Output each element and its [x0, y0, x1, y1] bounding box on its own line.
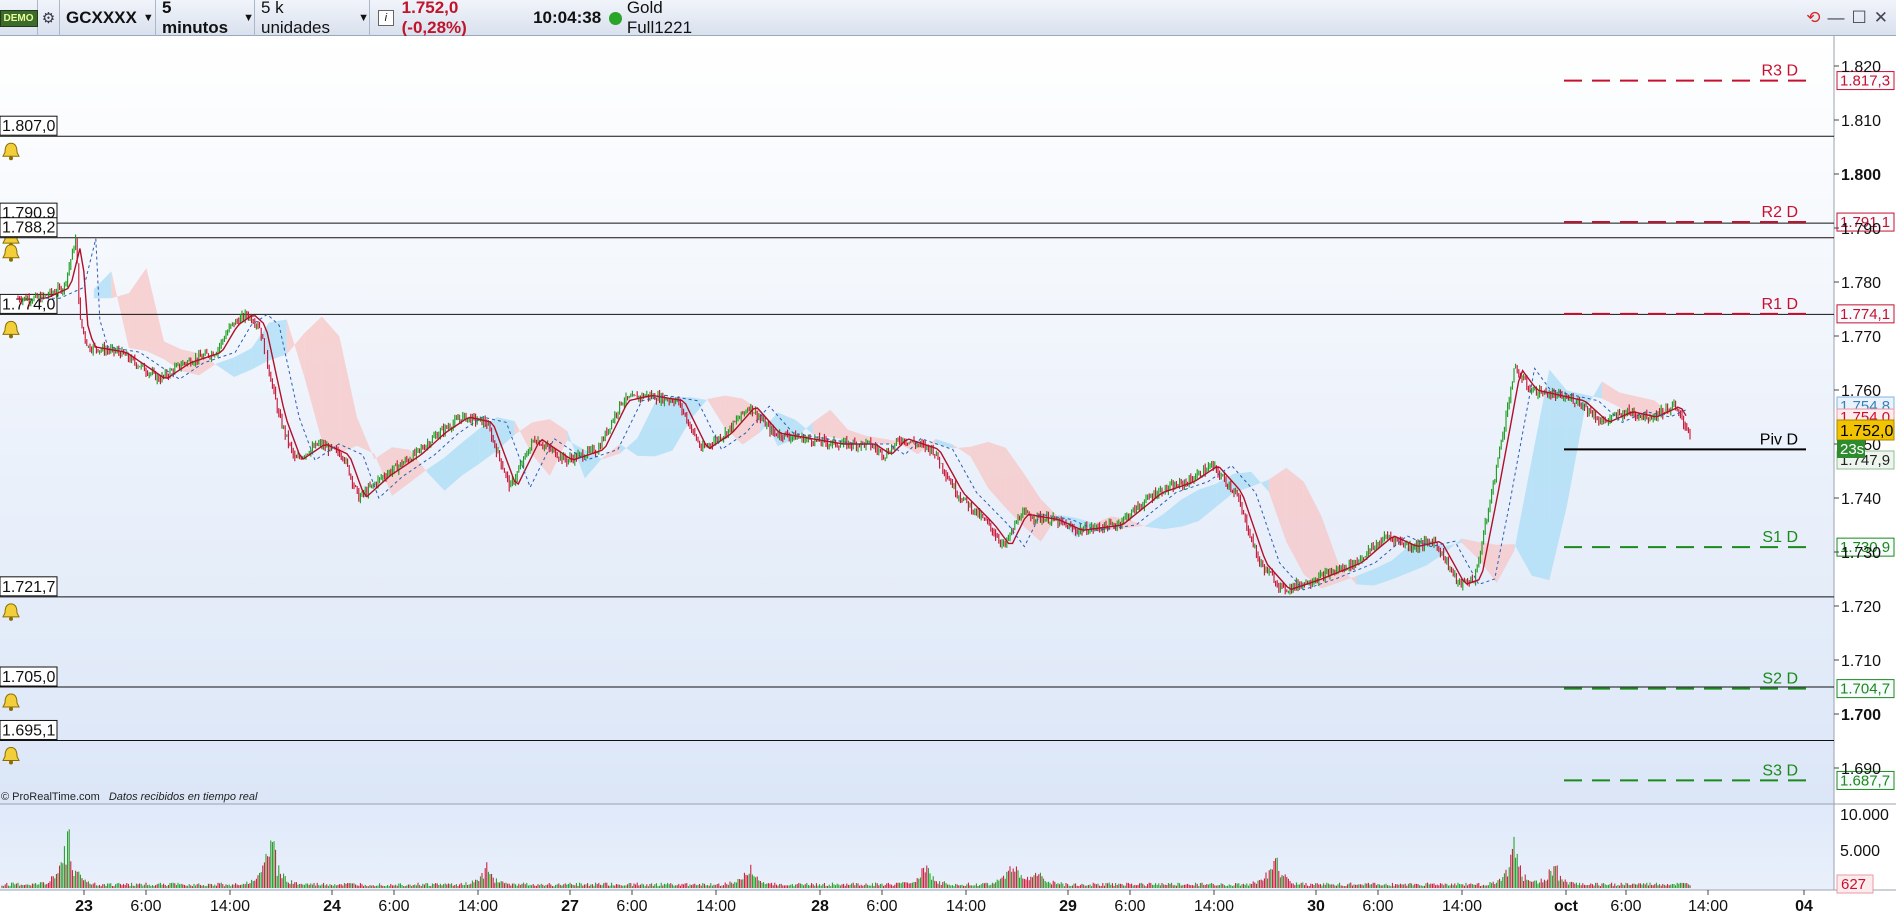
timeframe-selector[interactable]: 5 minutos ▼	[156, 0, 255, 37]
countdown-tag: 23s	[1840, 441, 1864, 458]
price-label: 1.820	[1841, 59, 1881, 76]
time-label: 14:00	[1688, 898, 1728, 915]
time-label: 28	[811, 898, 829, 915]
time-label: 14:00	[946, 898, 986, 915]
alert-label: 1.788,2	[2, 220, 55, 237]
pivot-label: R1 D	[1762, 296, 1798, 313]
symbol-selector[interactable]: GCXXXX ▼	[60, 0, 156, 36]
time-label: 29	[1059, 898, 1077, 915]
minimize-icon[interactable]: —	[1828, 8, 1845, 28]
price-label: 1.720	[1841, 599, 1881, 616]
market-open-dot-icon	[609, 11, 622, 25]
time-label: 6:00	[616, 898, 647, 915]
instrument-name: Gold Full1221	[626, 0, 693, 37]
alert-label: 1.705,0	[2, 669, 55, 686]
pivot-tag: 1.774,1	[1840, 306, 1890, 323]
chevron-down-icon: ▼	[243, 12, 254, 24]
time-label: 6:00	[378, 898, 409, 915]
time-label: 6:00	[1114, 898, 1145, 915]
bell-icon-clapper	[9, 156, 13, 161]
pivot-label: S1 D	[1762, 529, 1798, 546]
price-label: 1.810	[1841, 113, 1881, 130]
pivot-label: R3 D	[1762, 63, 1798, 80]
volume-label-5000: 5.000	[1840, 843, 1880, 860]
time-label: 14:00	[210, 898, 250, 915]
bell-icon-clapper	[9, 334, 13, 339]
symbol-label: GCXXXX	[66, 8, 137, 27]
price-label: 1.730	[1841, 545, 1881, 562]
price-chart[interactable]: 1.807,01.790,91.788,21.774,01.721,71.705…	[0, 36, 1896, 919]
time-label: 6:00	[130, 898, 161, 915]
refresh-icon[interactable]: ⟲	[1806, 8, 1820, 28]
bell-icon-clapper	[9, 257, 13, 262]
time-label: 6:00	[1610, 898, 1641, 915]
time-label: 23	[75, 898, 93, 915]
time-label: 14:00	[696, 898, 736, 915]
time-label: oct	[1554, 898, 1579, 915]
footer-realtime-note: Datos recibidos en tiempo real	[109, 791, 258, 803]
price-label: 1.740	[1841, 491, 1881, 508]
maximize-icon[interactable]: ☐	[1852, 8, 1867, 28]
price-label: 1.800	[1841, 167, 1881, 184]
units-label: 5 k unidades	[261, 0, 331, 37]
last-price-tag: 1.752,0	[1840, 423, 1893, 440]
demo-badge[interactable]: DEMO	[0, 0, 38, 36]
alert-label: 1.807,0	[2, 118, 55, 135]
pivot-label: S2 D	[1762, 671, 1798, 688]
bell-icon-clapper	[9, 616, 13, 621]
time-label: 30	[1307, 898, 1325, 915]
price-label: 1.770	[1841, 329, 1881, 346]
cloud-segment	[321, 316, 340, 454]
price-label: 1.780	[1841, 275, 1881, 292]
demo-badge-label: DEMO	[0, 9, 38, 27]
footer-copyright: © ProRealTime.com Datos recibidos en tie…	[1, 791, 258, 803]
time-label: 14:00	[1194, 898, 1234, 915]
time-label: 6:00	[1362, 898, 1393, 915]
price-change: 1.752,0 (-0,28%)	[401, 0, 467, 37]
price-label: 1.710	[1841, 653, 1881, 670]
settings-gear-icon[interactable]: ⚙	[38, 0, 60, 36]
timeframe-label: 5 minutos	[162, 0, 229, 37]
volume-label-10000: 10.000	[1840, 807, 1889, 824]
time-label: 27	[561, 898, 579, 915]
price-label: 1.790	[1841, 221, 1881, 238]
quote-time: 10:04:38	[533, 8, 602, 27]
alert-label: 1.721,7	[2, 579, 55, 596]
time-label: 14:00	[458, 898, 498, 915]
time-label: 04	[1795, 898, 1813, 915]
units-selector[interactable]: 5 k unidades ▼	[255, 0, 370, 37]
bell-icon-clapper	[9, 760, 13, 765]
chevron-down-icon: ▼	[142, 12, 154, 24]
pivot-label: S3 D	[1762, 762, 1798, 779]
footer-copyright-text: © ProRealTime.com	[1, 791, 100, 803]
info-icon[interactable]: i	[378, 10, 394, 26]
pivot-label: R2 D	[1762, 204, 1798, 221]
pivot-label: Piv D	[1760, 431, 1798, 448]
window-controls: ⟲ — ☐ ✕	[1792, 0, 1896, 36]
price-label: 1.690	[1841, 761, 1881, 778]
time-label: 14:00	[1442, 898, 1482, 915]
bell-icon-clapper	[9, 707, 13, 711]
alert-label: 1.695,1	[2, 722, 55, 739]
toolbar: DEMO ⚙ GCXXXX ▼ 5 minutos ▼ 5 k unidades ▼ …	[0, 0, 1896, 37]
last-volume-tag: 627	[1841, 876, 1866, 893]
pivot-tag: 1.704,7	[1840, 681, 1890, 698]
time-label: 24	[323, 898, 341, 915]
close-icon[interactable]: ✕	[1874, 8, 1888, 28]
price-tags: 1.754,8 1.754,0 1.752,0 1.747,9 23s	[1836, 396, 1895, 470]
time-label: 6:00	[866, 898, 897, 915]
price-label: 1.700	[1841, 707, 1881, 724]
cloud-segment	[654, 397, 673, 457]
quote-bar: i 1.752,0 (-0,28%) 10:04:38 Gold Full122…	[370, 0, 730, 37]
chevron-down-icon: ▼	[358, 12, 369, 24]
